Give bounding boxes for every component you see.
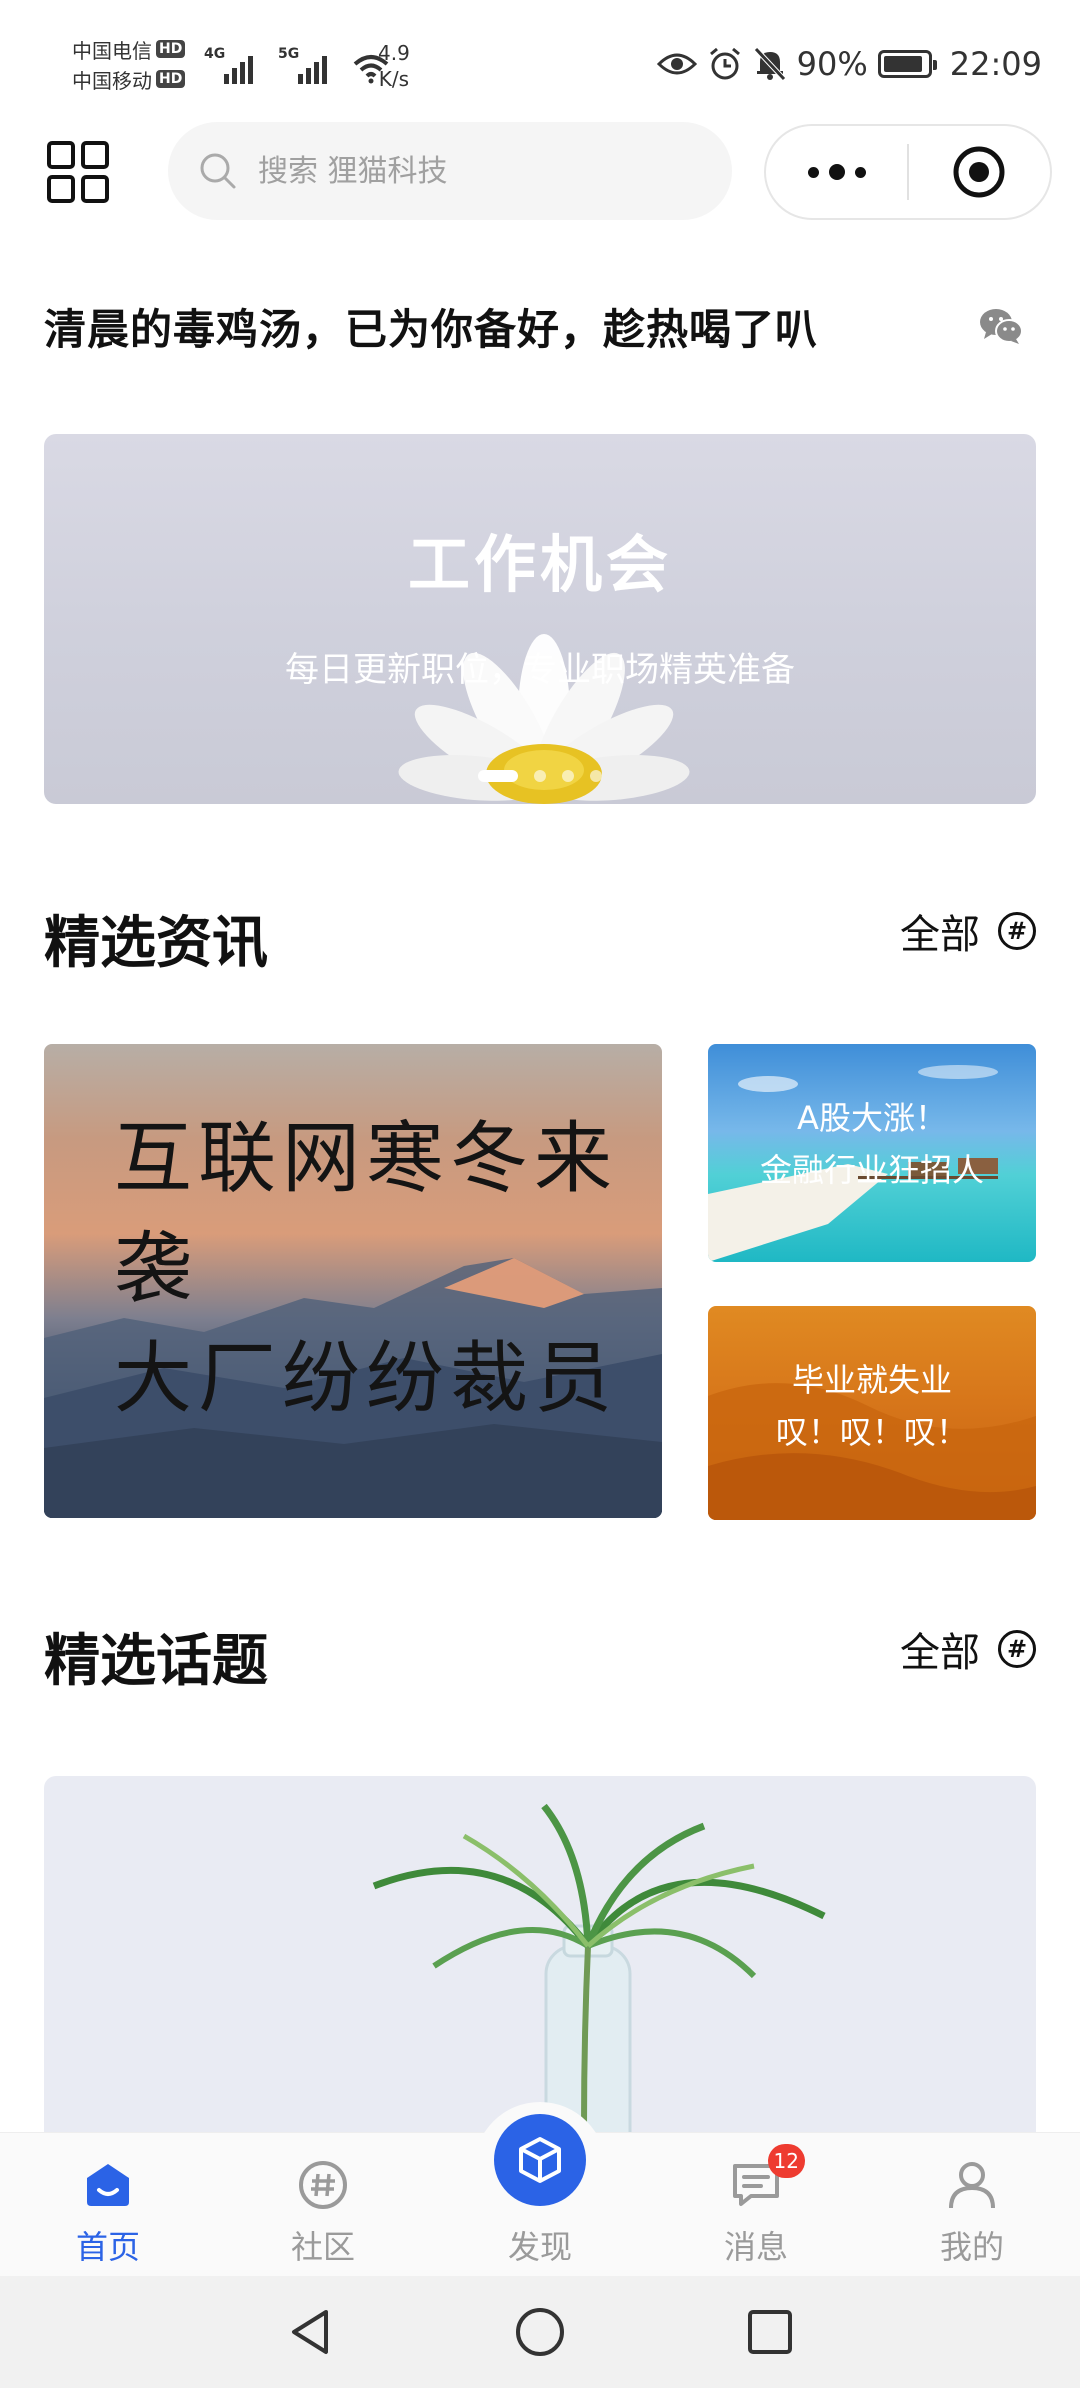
- news-card-stocks-text: A股大涨！ 金融行业狂招人: [708, 1092, 1036, 1196]
- community-hash-icon: [296, 2158, 350, 2212]
- tab-discover[interactable]: 发现: [470, 2132, 610, 2276]
- carrier-1: 中国电信: [72, 38, 152, 63]
- speed-value: 4.9: [378, 41, 410, 65]
- carrier-info: 中国电信 HD 中国移动 HD: [72, 34, 202, 94]
- clock: 22:09: [949, 45, 1042, 83]
- signal-indicators: 4G 5G: [204, 44, 390, 84]
- news-card-graduates-line1: 毕业就失业: [791, 1361, 952, 1399]
- home-icon: [81, 2158, 135, 2212]
- news-section-title: 精选资讯: [44, 911, 268, 976]
- tab-messages-label: 消息: [723, 2228, 788, 2266]
- hd-badge: HD: [156, 40, 186, 58]
- news-card-graduates[interactable]: 毕业就失业 叹！叹！叹！: [708, 1306, 1036, 1520]
- mute-bell-icon: [753, 47, 786, 81]
- carousel-dot: [562, 770, 574, 782]
- topics-see-all[interactable]: 全部 #: [900, 1620, 1036, 1678]
- system-navigation-bar: [0, 2276, 1080, 2388]
- home-circle-icon[interactable]: [512, 2304, 568, 2360]
- tab-discover-label: 发现: [507, 2228, 572, 2266]
- news-card-main-text: 互联网寒冬来袭 大厂纷纷裁员: [114, 1104, 662, 1434]
- carousel-dot: [590, 770, 602, 782]
- daily-quote: 清晨的毒鸡汤，已为你备好，趁热喝了叭: [44, 305, 819, 354]
- news-card-main-line2: 大厂纷纷裁员: [114, 1334, 619, 1424]
- carrier-2: 中国移动: [72, 68, 152, 93]
- eye-icon: [656, 53, 697, 75]
- banner-title: 工作机会: [407, 528, 672, 601]
- grid-icon[interactable]: [46, 140, 110, 204]
- status-bar: 中国电信 HD 中国移动 HD 4G 5G 4.9 K/s 90% 22:09: [0, 0, 1080, 118]
- close-target-icon[interactable]: [909, 126, 1050, 218]
- search-input[interactable]: [258, 153, 658, 189]
- carousel-dot: [534, 770, 546, 782]
- news-card-stocks-line2: 金融行业狂招人: [759, 1151, 984, 1189]
- search-bar[interactable]: [168, 122, 732, 220]
- plant-vase-image: [372, 1803, 826, 2156]
- job-banner[interactable]: 工作机会 每日更新职位，专业职场精英准备: [44, 434, 1036, 804]
- wechat-icon[interactable]: [978, 306, 1024, 346]
- message-icon: 12: [729, 2144, 805, 2212]
- tab-home[interactable]: 首页: [38, 2132, 178, 2276]
- signal-4g-icon: 4G: [204, 44, 264, 84]
- tab-home-label: 首页: [75, 2228, 140, 2266]
- news-card-main-line1: 互联网寒冬来袭: [114, 1114, 619, 1314]
- back-triangle-icon[interactable]: [282, 2304, 338, 2360]
- news-card-stocks-line1: A股大涨！: [797, 1099, 947, 1137]
- hd-badge: HD: [156, 70, 186, 88]
- news-see-all[interactable]: 全部 #: [900, 902, 1036, 960]
- see-all-label: 全部: [900, 1630, 980, 1676]
- news-card-stocks[interactable]: A股大涨！ 金融行业狂招人: [708, 1044, 1036, 1262]
- tab-community[interactable]: 社区: [253, 2132, 393, 2276]
- tab-profile[interactable]: 我的: [902, 2132, 1042, 2276]
- hash-circle-icon: #: [998, 1630, 1036, 1668]
- recents-square-icon[interactable]: [742, 2304, 798, 2360]
- topic-card[interactable]: [44, 1776, 1036, 2156]
- more-dots-icon[interactable]: [766, 126, 907, 218]
- tab-messages[interactable]: 12 消息: [686, 2132, 826, 2276]
- tab-community-label: 社区: [290, 2228, 355, 2266]
- news-card-graduates-line2: 叹！叹！叹！: [775, 1413, 968, 1451]
- signal-5g-icon: 5G: [278, 44, 338, 84]
- network-speed: 4.9 K/s: [378, 40, 410, 92]
- news-card-main[interactable]: 互联网寒冬来袭 大厂纷纷裁员: [44, 1044, 662, 1518]
- see-all-label: 全部: [900, 912, 980, 958]
- tab-profile-label: 我的: [939, 2228, 1004, 2266]
- carousel-dot-active: [478, 770, 518, 782]
- hash-circle-icon: #: [998, 912, 1036, 950]
- profile-icon: [945, 2158, 999, 2212]
- search-icon: [200, 153, 236, 189]
- topics-section-title: 精选话题: [44, 1629, 268, 1694]
- banner-subtitle: 每日更新职位，专业职场精英准备: [285, 650, 795, 690]
- alarm-icon: [709, 47, 740, 80]
- message-badge: 12: [767, 2144, 805, 2178]
- battery-icon: [877, 50, 937, 78]
- news-card-graduates-text: 毕业就失业 叹！叹！叹！: [708, 1354, 1036, 1458]
- battery-percent: 90%: [796, 45, 868, 83]
- mini-program-capsule: [764, 124, 1052, 220]
- speed-unit: K/s: [378, 67, 410, 91]
- status-right: 90% 22:09: [656, 40, 1042, 88]
- carousel-dots: [44, 770, 1036, 782]
